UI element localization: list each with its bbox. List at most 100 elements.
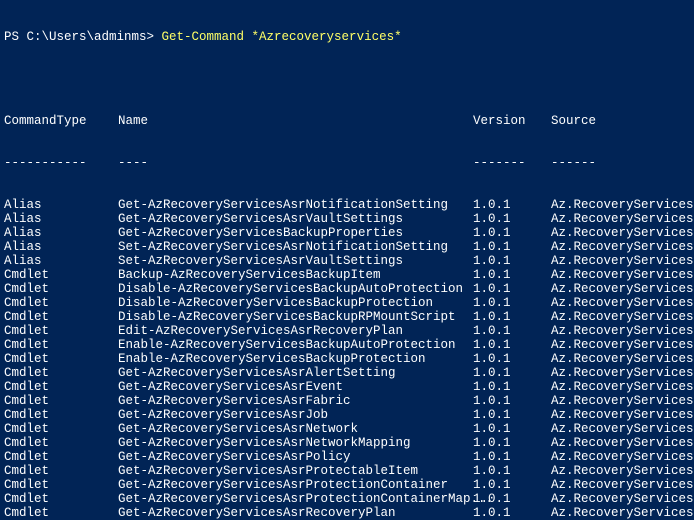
cell-commandtype: Cmdlet — [4, 422, 118, 436]
header-u-type: ----------- — [4, 156, 118, 170]
cell-name: Get-AzRecoveryServicesBackupProperties — [118, 226, 473, 240]
cell-source: Az.RecoveryServices — [551, 254, 694, 268]
table-row: AliasGet-AzRecoveryServicesBackupPropert… — [4, 226, 690, 240]
header-u-source: ------ — [551, 156, 596, 170]
table-row: AliasGet-AzRecoveryServicesAsrVaultSetti… — [4, 212, 690, 226]
cell-source: Az.RecoveryServices — [551, 212, 694, 226]
cell-version: 1.0.1 — [473, 506, 551, 520]
cell-name: Enable-AzRecoveryServicesBackupProtectio… — [118, 352, 473, 366]
cell-name: Disable-AzRecoveryServicesBackupAutoProt… — [118, 282, 473, 296]
table-row: CmdletGet-AzRecoveryServicesAsrNetworkMa… — [4, 436, 690, 450]
cell-commandtype: Alias — [4, 198, 118, 212]
cell-source: Az.RecoveryServices — [551, 366, 694, 380]
cell-name: Get-AzRecoveryServicesAsrProtectionConta… — [118, 492, 473, 506]
cell-commandtype: Cmdlet — [4, 296, 118, 310]
cell-version: 1.0.1 — [473, 352, 551, 366]
cell-commandtype: Cmdlet — [4, 310, 118, 324]
cell-name: Get-AzRecoveryServicesAsrProtectionConta… — [118, 478, 473, 492]
cell-source: Az.RecoveryServices — [551, 282, 694, 296]
cell-source: Az.RecoveryServices — [551, 198, 694, 212]
cell-version: 1.0.1 — [473, 212, 551, 226]
table-row: AliasSet-AzRecoveryServicesAsrVaultSetti… — [4, 254, 690, 268]
cell-version: 1.0.1 — [473, 394, 551, 408]
cell-version: 1.0.1 — [473, 464, 551, 478]
cell-version: 1.0.1 — [473, 408, 551, 422]
cell-version: 1.0.1 — [473, 324, 551, 338]
cell-source: Az.RecoveryServices — [551, 324, 694, 338]
cell-version: 1.0.1 — [473, 380, 551, 394]
cell-source: Az.RecoveryServices — [551, 492, 694, 506]
cell-version: 1.0.1 — [473, 268, 551, 282]
cell-name: Get-AzRecoveryServicesAsrNetworkMapping — [118, 436, 473, 450]
cell-commandtype: Cmdlet — [4, 282, 118, 296]
header-commandtype: CommandType — [4, 114, 118, 128]
header-u-name: ---- — [118, 156, 473, 170]
cell-name: Get-AzRecoveryServicesAsrPolicy — [118, 450, 473, 464]
header-source: Source — [551, 114, 596, 128]
cell-version: 1.0.1 — [473, 310, 551, 324]
cell-source: Az.RecoveryServices — [551, 352, 694, 366]
cell-version: 1.0.1 — [473, 492, 551, 506]
table-row: CmdletDisable-AzRecoveryServicesBackupPr… — [4, 296, 690, 310]
cell-name: Get-AzRecoveryServicesAsrFabric — [118, 394, 473, 408]
cell-version: 1.0.1 — [473, 422, 551, 436]
table-row: CmdletGet-AzRecoveryServicesAsrNetwork1.… — [4, 422, 690, 436]
cell-commandtype: Cmdlet — [4, 394, 118, 408]
cell-name: Enable-AzRecoveryServicesBackupAutoProte… — [118, 338, 473, 352]
cell-commandtype: Alias — [4, 212, 118, 226]
cell-version: 1.0.1 — [473, 198, 551, 212]
blank-line — [4, 72, 690, 86]
cell-name: Get-AzRecoveryServicesAsrProtectableItem — [118, 464, 473, 478]
table-row: AliasSet-AzRecoveryServicesAsrNotificati… — [4, 240, 690, 254]
cell-version: 1.0.1 — [473, 226, 551, 240]
prompt-line: PS C:\Users\adminms> Get-Command *Azreco… — [4, 30, 690, 44]
cell-commandtype: Cmdlet — [4, 478, 118, 492]
rows-container: AliasGet-AzRecoveryServicesAsrNotificati… — [4, 198, 690, 520]
table-row: CmdletGet-AzRecoveryServicesAsrProtectio… — [4, 492, 690, 506]
cell-commandtype: Cmdlet — [4, 380, 118, 394]
table-row: CmdletDisable-AzRecoveryServicesBackupRP… — [4, 310, 690, 324]
cell-source: Az.RecoveryServices — [551, 240, 694, 254]
cell-name: Set-AzRecoveryServicesAsrVaultSettings — [118, 254, 473, 268]
cell-source: Az.RecoveryServices — [551, 478, 694, 492]
cell-source: Az.RecoveryServices — [551, 380, 694, 394]
table-row: CmdletBackup-AzRecoveryServicesBackupIte… — [4, 268, 690, 282]
cell-commandtype: Cmdlet — [4, 436, 118, 450]
cell-version: 1.0.1 — [473, 282, 551, 296]
table-row: CmdletEnable-AzRecoveryServicesBackupAut… — [4, 338, 690, 352]
table-row: CmdletGet-AzRecoveryServicesAsrProtectab… — [4, 464, 690, 478]
prompt-command: Get-Command *Azrecoveryservices* — [162, 30, 402, 44]
cell-commandtype: Cmdlet — [4, 450, 118, 464]
table-row: CmdletGet-AzRecoveryServicesAsrAlertSett… — [4, 366, 690, 380]
table-row: CmdletGet-AzRecoveryServicesAsrPolicy1.0… — [4, 450, 690, 464]
table-row: CmdletGet-AzRecoveryServicesAsrFabric1.0… — [4, 394, 690, 408]
cell-commandtype: Cmdlet — [4, 352, 118, 366]
cell-version: 1.0.1 — [473, 338, 551, 352]
cell-name: Disable-AzRecoveryServicesBackupProtecti… — [118, 296, 473, 310]
table-row: CmdletGet-AzRecoveryServicesAsrJob1.0.1A… — [4, 408, 690, 422]
cell-name: Get-AzRecoveryServicesAsrEvent — [118, 380, 473, 394]
cell-source: Az.RecoveryServices — [551, 310, 694, 324]
cell-name: Disable-AzRecoveryServicesBackupRPMountS… — [118, 310, 473, 324]
cell-source: Az.RecoveryServices — [551, 436, 694, 450]
cell-source: Az.RecoveryServices — [551, 422, 694, 436]
terminal-output[interactable]: PS C:\Users\adminms> Get-Command *Azreco… — [0, 0, 694, 520]
cell-name: Get-AzRecoveryServicesAsrNotificationSet… — [118, 198, 473, 212]
cell-source: Az.RecoveryServices — [551, 464, 694, 478]
prompt-prefix: PS C:\Users\adminms> — [4, 30, 162, 44]
cell-commandtype: Cmdlet — [4, 506, 118, 520]
cell-commandtype: Cmdlet — [4, 408, 118, 422]
cell-commandtype: Cmdlet — [4, 366, 118, 380]
header-name: Name — [118, 114, 473, 128]
cell-commandtype: Alias — [4, 240, 118, 254]
cell-name: Get-AzRecoveryServicesAsrAlertSetting — [118, 366, 473, 380]
cell-version: 1.0.1 — [473, 478, 551, 492]
cell-name: Edit-AzRecoveryServicesAsrRecoveryPlan — [118, 324, 473, 338]
cell-commandtype: Cmdlet — [4, 492, 118, 506]
cell-commandtype: Cmdlet — [4, 338, 118, 352]
cell-name: Get-AzRecoveryServicesAsrNetwork — [118, 422, 473, 436]
cell-source: Az.RecoveryServices — [551, 394, 694, 408]
cell-name: Get-AzRecoveryServicesAsrRecoveryPlan — [118, 506, 473, 520]
table-row: CmdletEnable-AzRecoveryServicesBackupPro… — [4, 352, 690, 366]
cell-name: Set-AzRecoveryServicesAsrNotificationSet… — [118, 240, 473, 254]
